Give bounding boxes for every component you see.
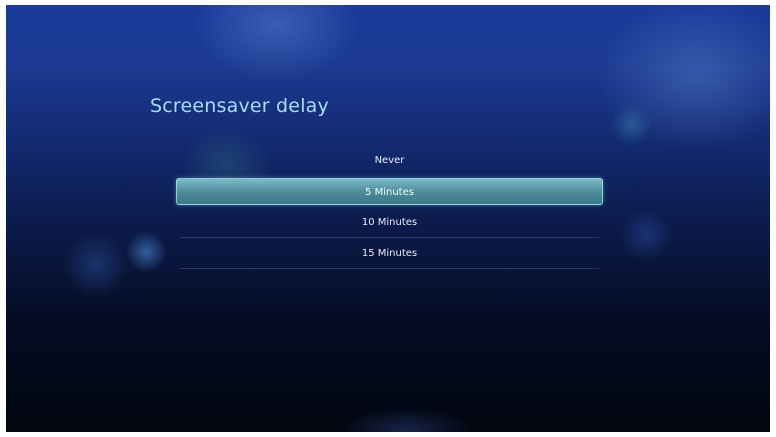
option-5-minutes[interactable]: 5 Minutes — [176, 178, 603, 205]
screensaver-delay-options: Never 5 Minutes 10 Minutes 15 Minutes — [176, 145, 603, 269]
option-15-minutes[interactable]: 15 Minutes — [176, 238, 603, 269]
option-10-minutes[interactable]: 10 Minutes — [176, 207, 603, 238]
option-label: 5 Minutes — [365, 187, 414, 198]
tv-screen: Screensaver delay Never 5 Minutes 10 Min… — [6, 5, 770, 432]
option-label: 10 Minutes — [361, 217, 418, 228]
option-never[interactable]: Never — [176, 145, 603, 176]
page-title: Screensaver delay — [150, 95, 329, 117]
option-label: Never — [374, 155, 405, 166]
option-label: 15 Minutes — [361, 248, 418, 259]
